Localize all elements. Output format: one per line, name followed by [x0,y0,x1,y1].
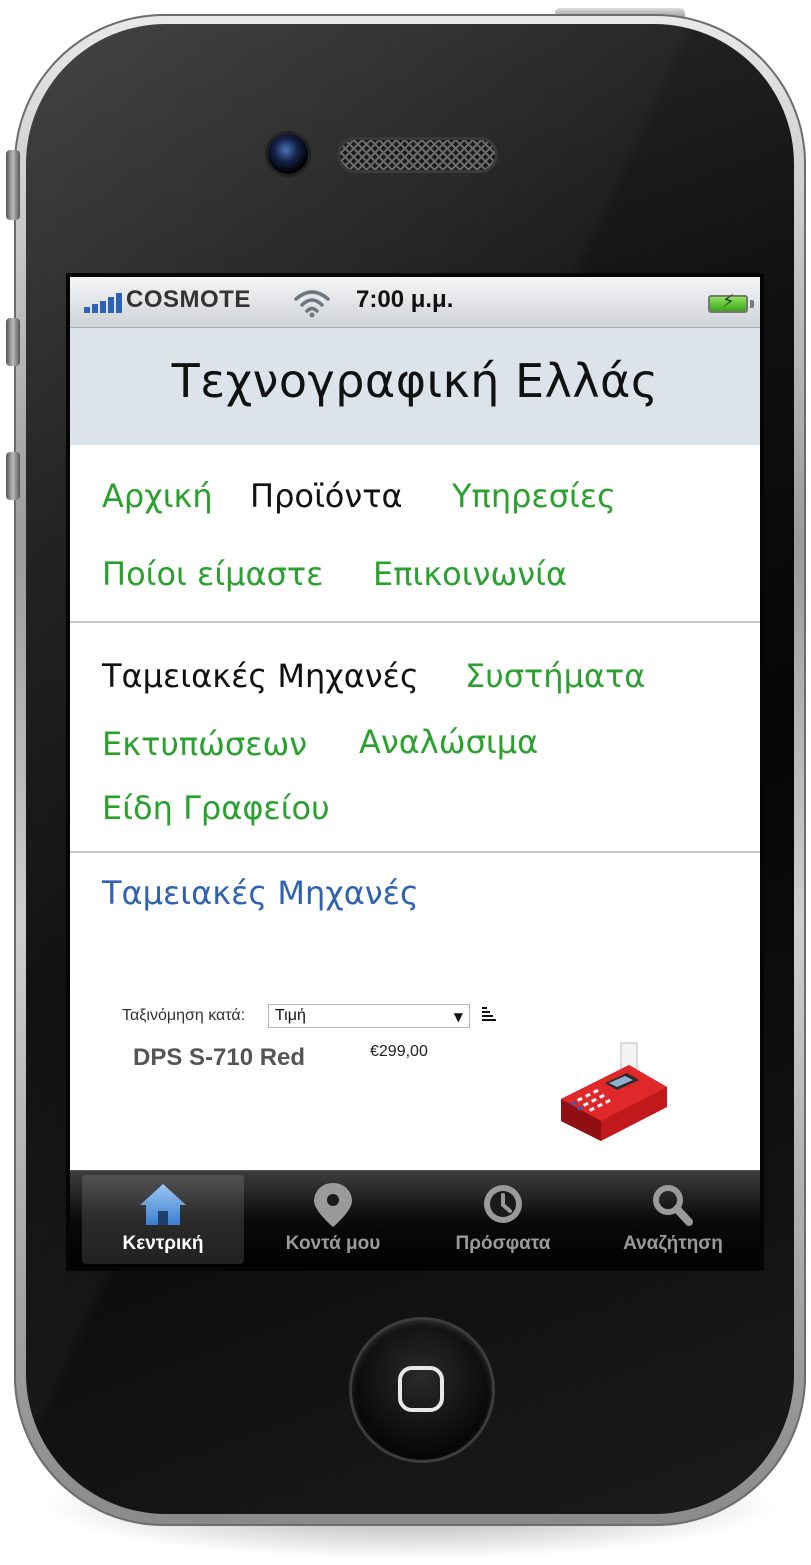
category-divider [70,851,760,853]
home-icon [140,1184,186,1225]
charging-bolt-icon: ⚡ [722,291,735,312]
section-title: Ταμειακές Μηχανές [102,874,419,912]
battery-terminal [750,300,754,308]
nav-link-contact[interactable]: Επικοινωνία [373,555,567,593]
sort-label: Ταξινόμηση κατά: [122,1007,246,1024]
mute-switch [6,150,20,220]
volume-up-button [6,318,20,366]
nav-link-services[interactable]: Υπηρεσίες [452,477,616,515]
tab-search[interactable]: Αναζήτηση [592,1175,754,1264]
product-price: €299,00 [370,1043,428,1060]
product-image[interactable] [555,1037,675,1147]
category-link-systems[interactable]: Συστήματα [465,657,645,695]
sort-selected-value: Τιμή [275,1007,306,1024]
signal-strength-icon [84,277,124,327]
chevron-down-icon: ▼ [453,1010,463,1024]
tab-bar: Κεντρική Κοντά μου Πρόσφατα Αναζήτηση [70,1170,760,1267]
sort-select[interactable]: Τιμή ▼ [268,1004,470,1028]
clock-icon [484,1185,522,1223]
status-bar: COSMOTE 7:00 μ.μ. ⚡ [70,277,760,328]
front-camera [268,134,308,174]
product-name[interactable]: DPS S-710 Red [133,1044,305,1072]
nav-link-products[interactable]: Προϊόντα [250,477,403,515]
tab-recent[interactable]: Πρόσφατα [422,1175,584,1264]
nav-divider [70,621,760,623]
home-button-icon [398,1366,444,1412]
nav-link-about[interactable]: Ποίοι είμαστε [102,555,323,593]
tab-label-search: Αναζήτηση [623,1233,723,1254]
site-header: Τεχνογραφική Ελλάς [70,328,760,445]
category-link-printing[interactable]: Εκτυπώσεων [102,725,307,763]
search-icon [653,1185,693,1226]
category-link-office-supplies[interactable]: Είδη Γραφείου [102,789,330,827]
tab-label-recent: Πρόσφατα [455,1233,551,1254]
nav-link-home[interactable]: Αρχική [102,477,213,515]
volume-down-button [6,452,20,500]
status-time: 7:00 μ.μ. [356,286,454,313]
tab-home[interactable]: Κεντρική [82,1175,244,1264]
location-pin-icon [314,1183,352,1227]
category-link-cash-registers[interactable]: Ταμειακές Μηχανές [102,657,419,695]
carrier-name: COSMOTE [126,286,251,313]
sort-direction-icon[interactable] [480,1005,498,1023]
tab-nearby[interactable]: Κοντά μου [252,1175,414,1264]
tab-label-home: Κεντρική [122,1233,204,1254]
wifi-icon [294,290,330,318]
site-title: Τεχνογραφική Ελλάς [171,354,659,408]
screen: COSMOTE 7:00 μ.μ. ⚡ Τεχνογραφική Ελλάς Α… [70,277,760,1267]
earpiece-speaker [340,140,495,170]
category-link-consumables[interactable]: Αναλώσιμα [359,723,538,761]
tab-label-nearby: Κοντά μου [285,1233,381,1254]
